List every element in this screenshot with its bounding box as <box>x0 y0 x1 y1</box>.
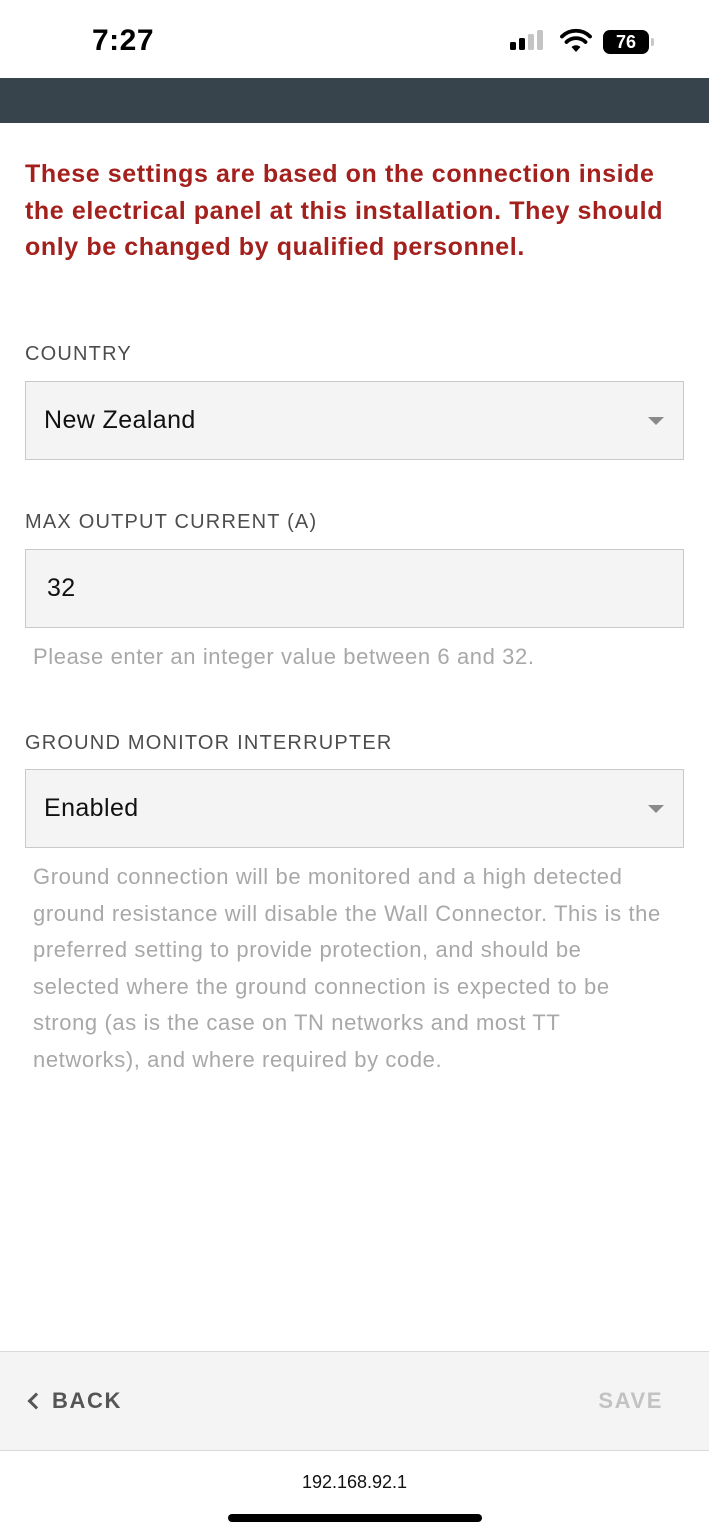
country-selected-value: New Zealand <box>44 406 196 434</box>
chevron-left-icon <box>27 1392 45 1410</box>
save-button[interactable]: SAVE <box>598 1388 663 1414</box>
ground-monitor-select[interactable]: Enabled <box>25 769 684 848</box>
status-bar: 7:27 76 <box>0 0 709 78</box>
signal-icon <box>510 30 543 50</box>
ground-monitor-description: Ground connection will be monitored and … <box>33 864 661 1072</box>
status-time: 7:27 <box>92 24 155 57</box>
dropdown-arrow-icon <box>648 805 664 813</box>
browser-url-bar: 192.168.92.1 <box>0 1452 709 1536</box>
max-current-label: MAX OUTPUT CURRENT (A) <box>25 511 318 533</box>
home-indicator[interactable] <box>228 1514 482 1522</box>
warning-message: These settings are based on the connecti… <box>25 160 664 261</box>
country-select[interactable]: New Zealand <box>25 381 684 460</box>
ground-monitor-label: GROUND MONITOR INTERRUPTER <box>25 732 393 754</box>
url-text[interactable]: 192.168.92.1 <box>0 1472 709 1493</box>
back-button[interactable]: BACK <box>26 1388 122 1414</box>
back-label: BACK <box>52 1388 122 1413</box>
dropdown-arrow-icon <box>648 417 664 425</box>
max-current-input[interactable]: 32 <box>25 549 684 628</box>
country-label: COUNTRY <box>25 343 132 365</box>
ground-monitor-selected-value: Enabled <box>44 794 139 822</box>
footer-bar: BACK SAVE <box>0 1351 709 1451</box>
wifi-icon <box>560 28 592 52</box>
max-current-hint: Please enter an integer value between 6 … <box>33 644 535 669</box>
max-current-value: 32 <box>47 574 76 602</box>
battery-icon: 76 <box>603 30 654 54</box>
app-header-bar <box>0 78 709 123</box>
battery-level: 76 <box>615 31 637 52</box>
